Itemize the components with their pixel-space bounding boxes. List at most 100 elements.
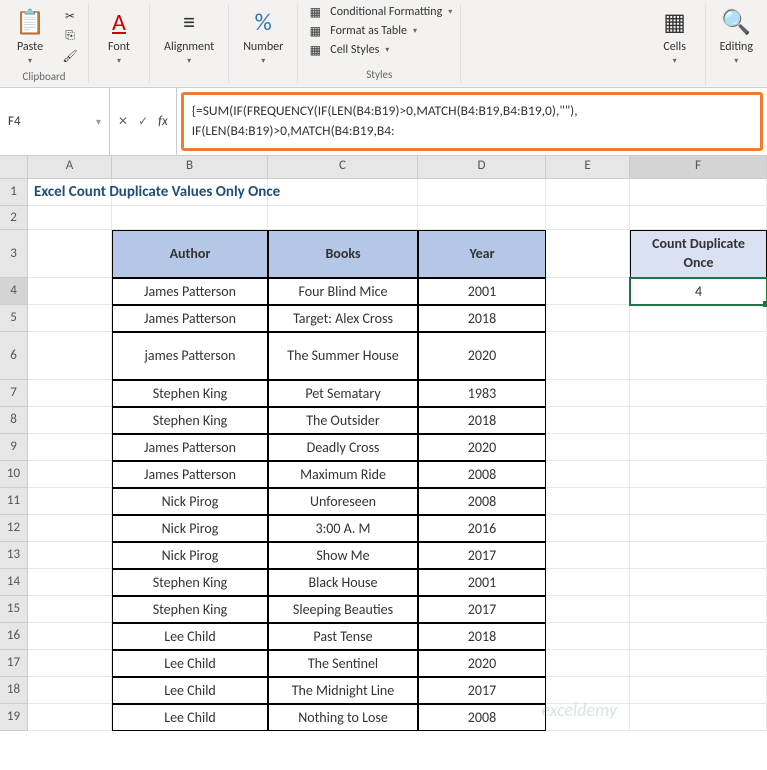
- book-cell[interactable]: The Summer House: [268, 332, 418, 380]
- grid-cell[interactable]: [546, 704, 630, 731]
- grid-cell[interactable]: [28, 542, 112, 569]
- grid-cell[interactable]: [630, 542, 767, 569]
- grid-cell[interactable]: [546, 407, 630, 434]
- copy-button[interactable]: ⎘: [60, 27, 80, 45]
- author-cell[interactable]: Nick Pirog: [112, 542, 268, 569]
- year-cell[interactable]: 2008: [418, 488, 546, 515]
- grid-cell[interactable]: [28, 515, 112, 542]
- col-header-D[interactable]: D: [418, 156, 546, 178]
- year-cell[interactable]: 2008: [418, 704, 546, 731]
- year-cell[interactable]: 2008: [418, 461, 546, 488]
- grid-cell[interactable]: [546, 434, 630, 461]
- grid-cell[interactable]: [28, 704, 112, 731]
- author-cell[interactable]: Lee Child: [112, 650, 268, 677]
- row-header[interactable]: 18: [0, 677, 28, 704]
- cells-button[interactable]: ▦ Cells ▾: [653, 4, 697, 68]
- year-cell[interactable]: 2020: [418, 332, 546, 380]
- grid-cell[interactable]: [28, 230, 112, 278]
- cut-button[interactable]: ✂: [60, 7, 80, 25]
- grid-cell[interactable]: [546, 542, 630, 569]
- grid-cell[interactable]: [28, 488, 112, 515]
- grid-cell[interactable]: [28, 623, 112, 650]
- year-cell[interactable]: 2020: [418, 434, 546, 461]
- year-cell[interactable]: 2017: [418, 677, 546, 704]
- row-header[interactable]: 19: [0, 704, 28, 731]
- format-painter-button[interactable]: 🖌: [60, 47, 80, 65]
- author-cell[interactable]: James Patterson: [112, 305, 268, 332]
- grid-cell[interactable]: [630, 332, 767, 380]
- book-cell[interactable]: Deadly Cross: [268, 434, 418, 461]
- row-header[interactable]: 12: [0, 515, 28, 542]
- row-header[interactable]: 9: [0, 434, 28, 461]
- books-header[interactable]: Books: [268, 230, 418, 278]
- grid-cell[interactable]: [546, 650, 630, 677]
- editing-button[interactable]: 🔍 Editing ▾: [714, 4, 759, 68]
- author-cell[interactable]: Lee Child: [112, 623, 268, 650]
- fx-button[interactable]: fx: [158, 114, 168, 129]
- row-header[interactable]: 5: [0, 305, 28, 332]
- book-cell[interactable]: Unforeseen: [268, 488, 418, 515]
- grid-cell[interactable]: [28, 278, 112, 305]
- row-header[interactable]: 10: [0, 461, 28, 488]
- author-cell[interactable]: Stephen King: [112, 407, 268, 434]
- year-header[interactable]: Year: [418, 230, 546, 278]
- author-cell[interactable]: Stephen King: [112, 596, 268, 623]
- author-cell[interactable]: James Patterson: [112, 434, 268, 461]
- year-cell[interactable]: 2017: [418, 542, 546, 569]
- format-as-table-button[interactable]: ▦ Format as Table ▾: [306, 23, 417, 39]
- grid-cell[interactable]: [28, 461, 112, 488]
- author-cell[interactable]: Lee Child: [112, 677, 268, 704]
- grid-cell[interactable]: [418, 206, 546, 230]
- grid-cell[interactable]: [28, 569, 112, 596]
- grid-cell[interactable]: [630, 677, 767, 704]
- name-box[interactable]: F4 ▾: [0, 88, 110, 155]
- year-cell[interactable]: 2001: [418, 278, 546, 305]
- grid-cell[interactable]: [630, 461, 767, 488]
- year-cell[interactable]: 2018: [418, 407, 546, 434]
- grid-cell[interactable]: [546, 569, 630, 596]
- grid-cell[interactable]: [630, 596, 767, 623]
- grid-cell[interactable]: [630, 623, 767, 650]
- author-cell[interactable]: Nick Pirog: [112, 515, 268, 542]
- grid-cell[interactable]: [630, 488, 767, 515]
- grid-cell[interactable]: [546, 461, 630, 488]
- grid-cell[interactable]: [630, 515, 767, 542]
- grid-cell[interactable]: [546, 515, 630, 542]
- title-cell[interactable]: Excel Count Duplicate Values Only Once: [28, 179, 112, 206]
- row-header[interactable]: 15: [0, 596, 28, 623]
- year-cell[interactable]: 2020: [418, 650, 546, 677]
- grid-cell[interactable]: [28, 434, 112, 461]
- conditional-formatting-button[interactable]: ▦ Conditional Formatting ▾: [306, 4, 452, 20]
- select-all-corner[interactable]: [0, 156, 28, 178]
- year-cell[interactable]: 1983: [418, 380, 546, 407]
- count-header[interactable]: Count Duplicate Once: [630, 230, 767, 278]
- grid-cell[interactable]: [546, 278, 630, 305]
- row-header[interactable]: 17: [0, 650, 28, 677]
- book-cell[interactable]: The Outsider: [268, 407, 418, 434]
- grid-cell[interactable]: [28, 206, 112, 230]
- author-cell[interactable]: James Patterson: [112, 278, 268, 305]
- row-header[interactable]: 14: [0, 569, 28, 596]
- grid-cell[interactable]: [28, 596, 112, 623]
- grid-cell[interactable]: [546, 488, 630, 515]
- book-cell[interactable]: Past Tense: [268, 623, 418, 650]
- row-header[interactable]: 3: [0, 230, 28, 278]
- grid-cell[interactable]: [546, 380, 630, 407]
- cell-styles-button[interactable]: ▦ Cell Styles ▾: [306, 42, 389, 58]
- grid-cell[interactable]: [28, 305, 112, 332]
- year-cell[interactable]: 2001: [418, 569, 546, 596]
- author-cell[interactable]: James Patterson: [112, 461, 268, 488]
- count-value-cell[interactable]: 4: [630, 278, 767, 305]
- grid-cell[interactable]: [28, 407, 112, 434]
- book-cell[interactable]: Nothing to Lose: [268, 704, 418, 731]
- row-header[interactable]: 1: [0, 179, 28, 206]
- grid-cell[interactable]: [546, 677, 630, 704]
- col-header-E[interactable]: E: [546, 156, 630, 178]
- year-cell[interactable]: 2018: [418, 623, 546, 650]
- grid-cell[interactable]: [630, 305, 767, 332]
- book-cell[interactable]: Maximum Ride: [268, 461, 418, 488]
- book-cell[interactable]: Target: Alex Cross: [268, 305, 418, 332]
- grid-cell[interactable]: [546, 230, 630, 278]
- book-cell[interactable]: The Midnight Line: [268, 677, 418, 704]
- grid-cell[interactable]: [546, 596, 630, 623]
